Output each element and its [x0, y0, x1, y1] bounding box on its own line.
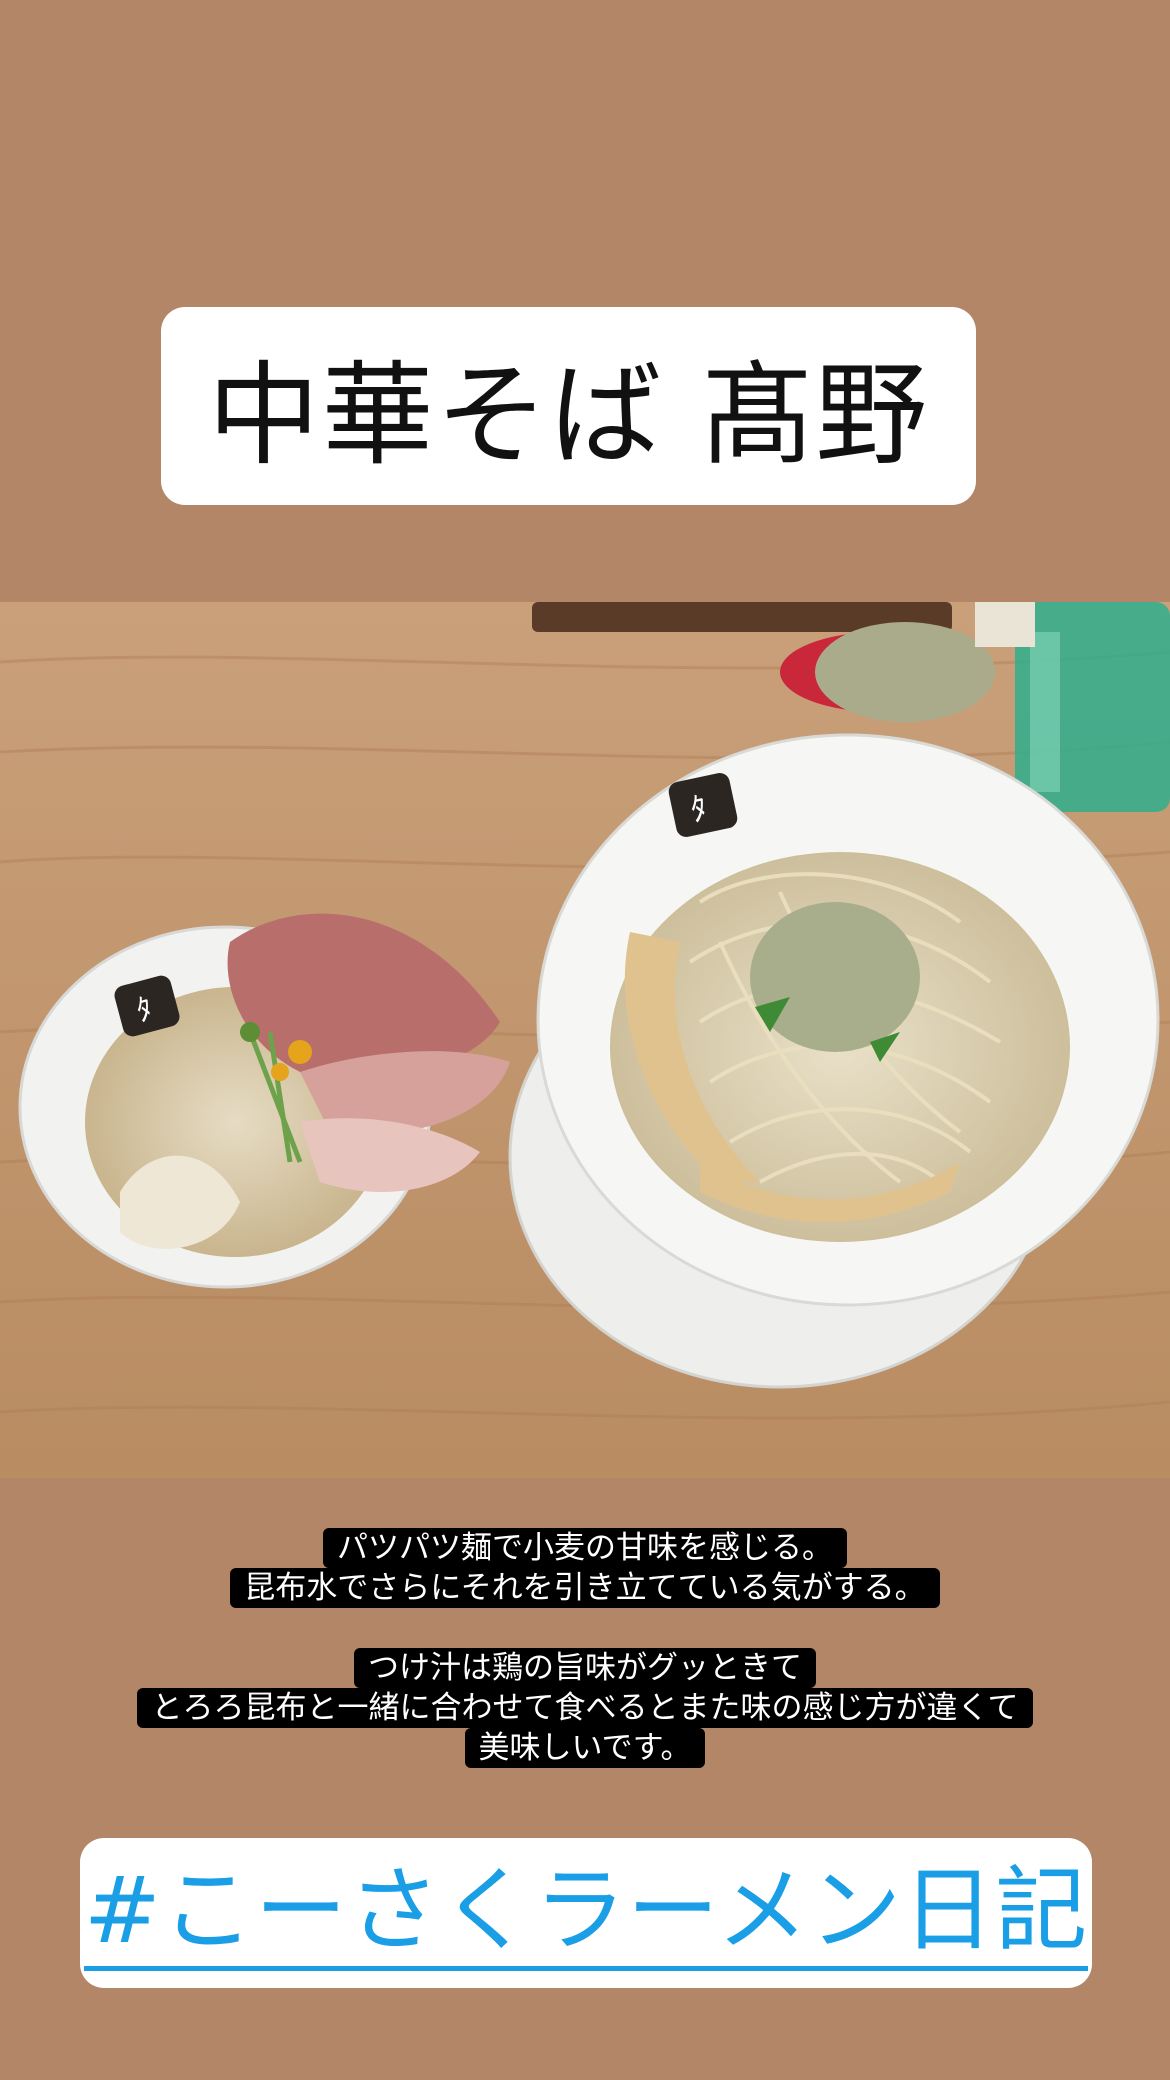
caption-line: とろろ昆布と一緒に合わせて食べるとまた味の感じ方が違くて: [137, 1688, 1033, 1728]
store-title: 中華そば 髙野: [207, 351, 930, 481]
caption-paragraph-2: つけ汁は鶏の旨味がグッときて とろろ昆布と一緒に合わせて食べるとまた味の感じ方が…: [0, 1648, 1170, 1768]
caption-line: パツパツ麺で小麦の甘味を感じる。: [323, 1528, 847, 1568]
hashtag-link[interactable]: #こーさくラーメン日記: [83, 1856, 1089, 1971]
caption-line: 昆布水でさらにそれを引き立てている気がする。: [230, 1568, 940, 1608]
ramen-photo: ﾀ ﾀ: [0, 602, 1170, 1478]
hashtag-card[interactable]: #こーさくラーメン日記: [80, 1838, 1092, 1988]
title-card: 中華そば 髙野: [161, 307, 976, 505]
caption-paragraph-1: パツパツ麺で小麦の甘味を感じる。 昆布水でさらにそれを引き立てている気がする。: [0, 1528, 1170, 1608]
caption-line: 美味しいです。: [464, 1728, 706, 1768]
caption-line: つけ汁は鶏の旨味がグッときて: [354, 1648, 816, 1688]
ramen-photo-illustration: ﾀ ﾀ: [0, 602, 1170, 1478]
